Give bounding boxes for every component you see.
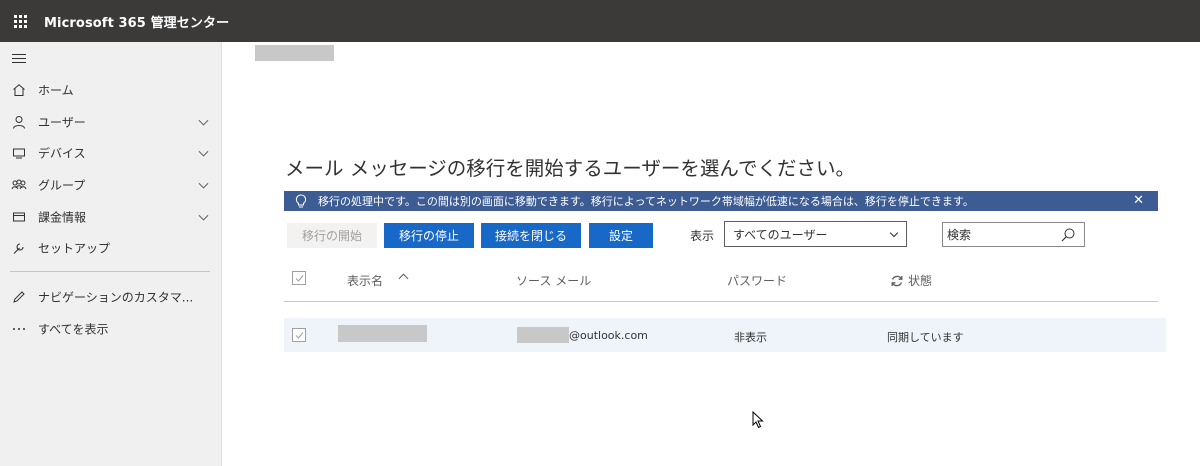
sidebar-item-label: すべてを表示 bbox=[38, 322, 109, 337]
sidebar-item-label: 課金情報 bbox=[38, 210, 87, 225]
hamburger-menu-icon[interactable] bbox=[12, 54, 26, 65]
search-placeholder: 検索 bbox=[947, 228, 972, 242]
column-password[interactable]: パスワード bbox=[727, 272, 787, 289]
lightbulb-icon bbox=[284, 191, 318, 211]
billing-icon bbox=[11, 209, 27, 225]
chevron-down-icon bbox=[889, 228, 899, 238]
search-input[interactable]: 検索 bbox=[942, 222, 1085, 247]
sidebar-item-label: ナビゲーションのカスタマ... bbox=[38, 290, 194, 305]
sidebar-item-label: ユーザー bbox=[38, 115, 86, 130]
row-checkbox[interactable] bbox=[292, 328, 306, 342]
sidebar-item-devices[interactable]: デバイス bbox=[0, 137, 221, 169]
redacted-email-user bbox=[517, 327, 569, 343]
sidebar-item-label: ホーム bbox=[38, 83, 74, 98]
home-icon bbox=[11, 82, 27, 98]
info-banner: 移行の処理中です。この間は別の画面に移動できます。移行によってネットワーク帯域幅… bbox=[284, 191, 1158, 211]
select-all-checkbox[interactable] bbox=[292, 271, 306, 285]
sidebar-nav: ホーム ユーザー デバイス グループ 課金情報 セットアップ bbox=[0, 74, 221, 264]
settings-button[interactable]: 設定 bbox=[589, 223, 653, 248]
close-icon[interactable]: ✕ bbox=[1133, 194, 1144, 208]
user-icon bbox=[11, 114, 27, 130]
refresh-icon[interactable] bbox=[890, 274, 904, 288]
sidebar-footer-nav: ナビゲーションのカスタマ... すべてを表示 bbox=[0, 281, 221, 344]
sidebar-item-home[interactable]: ホーム bbox=[0, 74, 221, 106]
user-filter-select[interactable]: すべてのユーザー bbox=[724, 221, 907, 247]
sidebar-item-label: グループ bbox=[38, 178, 86, 193]
chevron-down-icon bbox=[198, 115, 209, 126]
ellipsis-icon bbox=[11, 321, 27, 337]
table-header: 表示名 ソース メール パスワード 状態 bbox=[284, 262, 1158, 302]
sidebar-item-groups[interactable]: グループ bbox=[0, 169, 221, 201]
sidebar-divider bbox=[10, 271, 210, 272]
chevron-down-icon bbox=[198, 210, 209, 221]
column-status[interactable]: 状態 bbox=[908, 272, 932, 289]
page-title: メール メッセージの移行を開始するユーザーを選んでください。 bbox=[285, 157, 855, 180]
table-row[interactable]: @outlook.com 非表示 同期しています bbox=[284, 318, 1166, 352]
stop-migration-button[interactable]: 移行の停止 bbox=[384, 223, 474, 248]
wrench-icon bbox=[11, 240, 27, 256]
app-title: Microsoft 365 管理センター bbox=[44, 15, 230, 31]
sidebar-item-users[interactable]: ユーザー bbox=[0, 106, 221, 138]
sidebar: ホーム ユーザー デバイス グループ 課金情報 セットアップ ナビゲーションのカ… bbox=[0, 42, 222, 466]
sidebar-item-label: デバイス bbox=[38, 146, 86, 161]
redacted-display-name bbox=[338, 325, 427, 342]
sidebar-item-setup[interactable]: セットアップ bbox=[0, 232, 221, 264]
status-cell: 同期しています bbox=[887, 331, 964, 344]
app-launcher-button[interactable] bbox=[0, 0, 40, 42]
sidebar-item-billing[interactable]: 課金情報 bbox=[0, 201, 221, 233]
sidebar-item-show-all[interactable]: すべてを表示 bbox=[0, 313, 221, 345]
chevron-down-icon bbox=[198, 178, 209, 189]
sort-ascending-icon[interactable] bbox=[398, 273, 409, 284]
mouse-cursor-icon bbox=[752, 410, 764, 429]
waffle-icon bbox=[13, 14, 27, 28]
pencil-icon bbox=[11, 289, 27, 305]
groups-icon bbox=[11, 177, 27, 193]
devices-icon bbox=[11, 145, 27, 161]
chevron-down-icon bbox=[198, 146, 209, 157]
password-cell: 非表示 bbox=[734, 331, 767, 344]
close-connection-button[interactable]: 接続を閉じる bbox=[481, 223, 581, 248]
column-source-email[interactable]: ソース メール bbox=[516, 272, 591, 289]
banner-message: 移行の処理中です。この間は別の画面に移動できます。移行によってネットワーク帯域幅… bbox=[318, 195, 974, 208]
select-value: すべてのユーザー bbox=[733, 227, 828, 242]
sidebar-item-label: セットアップ bbox=[38, 241, 111, 256]
filter-label: 表示 bbox=[690, 229, 715, 243]
search-icon[interactable] bbox=[1060, 227, 1076, 243]
top-bar: Microsoft 365 管理センター bbox=[0, 0, 1200, 42]
redacted-breadcrumb bbox=[255, 45, 334, 61]
sidebar-item-customize-navigation[interactable]: ナビゲーションのカスタマ... bbox=[0, 281, 221, 313]
column-display-name[interactable]: 表示名 bbox=[347, 272, 383, 289]
source-email-cell: @outlook.com bbox=[569, 329, 648, 342]
start-migration-button[interactable]: 移行の開始 bbox=[287, 223, 377, 248]
